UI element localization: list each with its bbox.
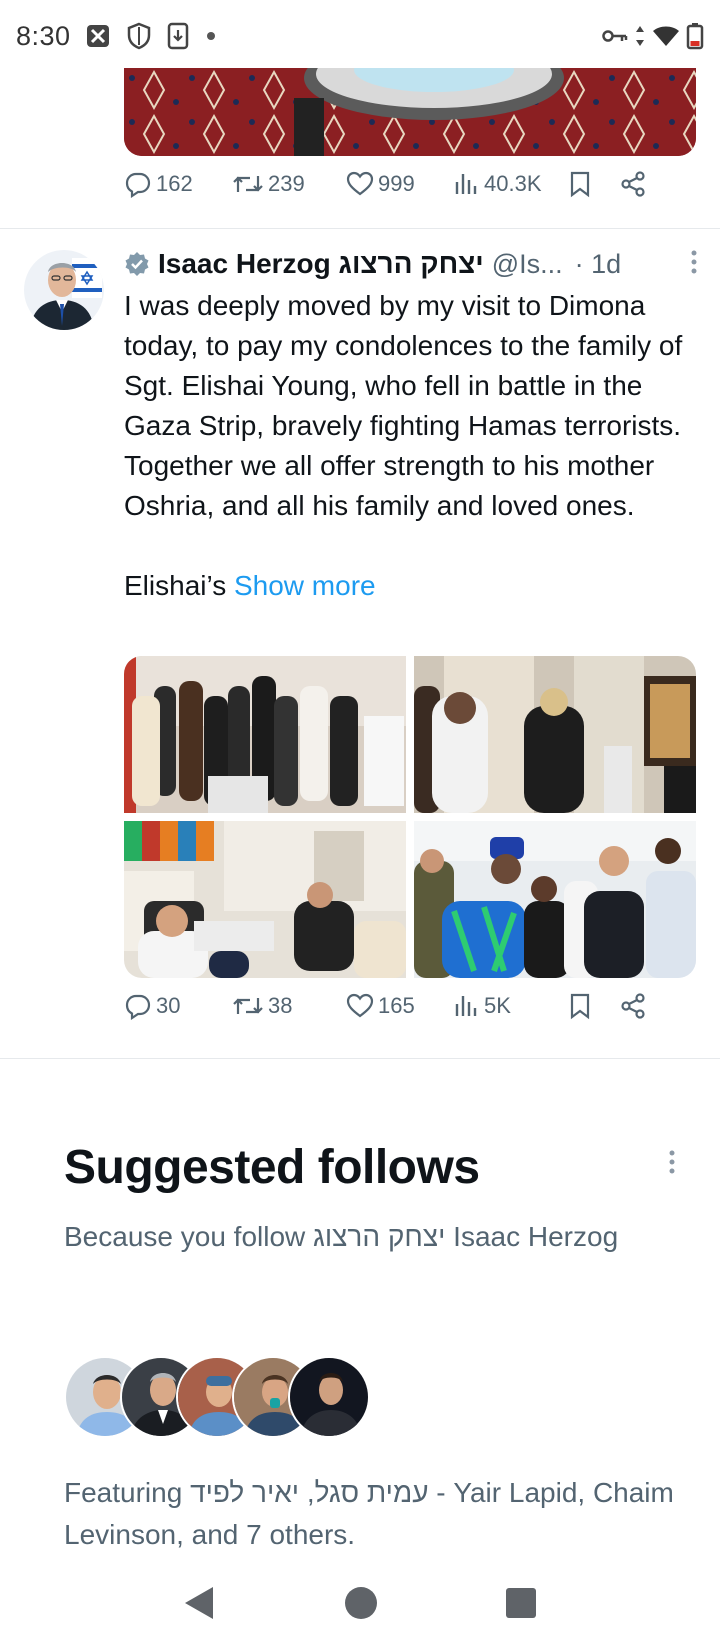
- shield-icon: [127, 22, 151, 50]
- like-count: 165: [378, 993, 415, 1018]
- author-avatar[interactable]: [24, 250, 104, 330]
- like-button[interactable]: 165: [346, 992, 415, 1020]
- status-time: 8:30: [16, 20, 71, 51]
- home-icon[interactable]: [343, 1585, 379, 1626]
- retweet-button[interactable]: 38: [232, 992, 292, 1020]
- bookmark-button[interactable]: [568, 170, 592, 198]
- cast-icon: [85, 23, 111, 49]
- heart-icon: [346, 171, 374, 196]
- share-button[interactable]: [620, 992, 646, 1020]
- reply-icon: [125, 172, 151, 198]
- bookmark-icon: [570, 171, 590, 198]
- tweet-actions: 30 38 165 5K: [124, 986, 684, 1026]
- views-icon: [455, 174, 477, 194]
- tweet-body: I was deeply moved by my visit to Dimona…: [124, 286, 704, 606]
- show-more-link[interactable]: Show more: [234, 570, 376, 601]
- views-icon: [455, 996, 477, 1016]
- reply-button[interactable]: 162: [124, 170, 193, 198]
- author-name[interactable]: Isaac Herzog יצחק הרצוג: [158, 248, 484, 280]
- retweet-icon: [233, 176, 263, 192]
- tweet-photo-4[interactable]: [414, 821, 696, 978]
- retweet-button[interactable]: 239: [232, 170, 305, 198]
- share-button[interactable]: [620, 170, 646, 198]
- tweet-time[interactable]: · 1d: [575, 249, 622, 280]
- tweet-photo-1[interactable]: [124, 656, 406, 813]
- status-left-icons: [85, 22, 217, 50]
- tweet-divider: [0, 228, 720, 229]
- status-bar: 8:30: [0, 0, 720, 72]
- reply-count: 30: [156, 993, 181, 1018]
- data-arrows-icon: [634, 24, 646, 48]
- verified-badge-icon: [125, 252, 149, 276]
- like-count: 999: [378, 171, 415, 196]
- download-icon: [167, 22, 189, 50]
- avatar: [288, 1356, 370, 1438]
- tweet-photo-2[interactable]: [414, 656, 696, 813]
- tweet-text: I was deeply moved by my visit to Dimona…: [124, 290, 683, 601]
- recents-icon[interactable]: [505, 1587, 537, 1624]
- share-icon: [621, 171, 645, 197]
- retweet-count: 239: [268, 171, 305, 196]
- retweet-icon: [233, 998, 263, 1014]
- battery-icon: [686, 22, 704, 50]
- bookmark-icon: [570, 993, 590, 1020]
- retweet-count: 38: [268, 993, 293, 1018]
- back-icon[interactable]: [183, 1585, 217, 1626]
- views-button[interactable]: 40.3K: [454, 170, 542, 198]
- tweet-media-grid: [124, 656, 696, 978]
- bookmark-button[interactable]: [568, 992, 592, 1020]
- reply-count: 162: [156, 171, 193, 196]
- section-divider: [0, 1058, 720, 1059]
- system-nav-bar: [0, 1560, 720, 1650]
- heart-icon: [346, 993, 374, 1018]
- dot-icon: [205, 30, 217, 42]
- more-options-icon[interactable]: [690, 248, 698, 281]
- status-right-icons: [602, 22, 704, 50]
- tweet-header: Isaac Herzog יצחק הרצוג @Is... · 1d: [124, 244, 704, 284]
- views-count: 5K: [484, 993, 511, 1018]
- author-handle[interactable]: @Is...: [492, 249, 563, 280]
- reply-icon: [125, 994, 151, 1020]
- previous-tweet-image[interactable]: [124, 68, 696, 156]
- reply-button[interactable]: 30: [124, 992, 180, 1020]
- more-options-icon[interactable]: [668, 1148, 676, 1181]
- views-button[interactable]: 5K: [454, 992, 511, 1020]
- suggested-follows-subtitle: Because you follow יצחק הרצוג Isaac Herz…: [64, 1221, 619, 1252]
- vpn-key-icon: [602, 27, 628, 45]
- wifi-icon: [652, 25, 680, 47]
- suggested-follows-featuring: Featuring עמית סגל, יאיר לפיד - Yair Lap…: [64, 1477, 674, 1550]
- previous-tweet-actions: 162 239 999 40.3K: [124, 164, 684, 204]
- like-button[interactable]: 999: [346, 170, 415, 198]
- views-count: 40.3K: [484, 171, 542, 196]
- suggested-follows-title: Suggested follows: [64, 1141, 480, 1194]
- tweet-photo-3[interactable]: [124, 821, 406, 978]
- share-icon: [621, 993, 645, 1019]
